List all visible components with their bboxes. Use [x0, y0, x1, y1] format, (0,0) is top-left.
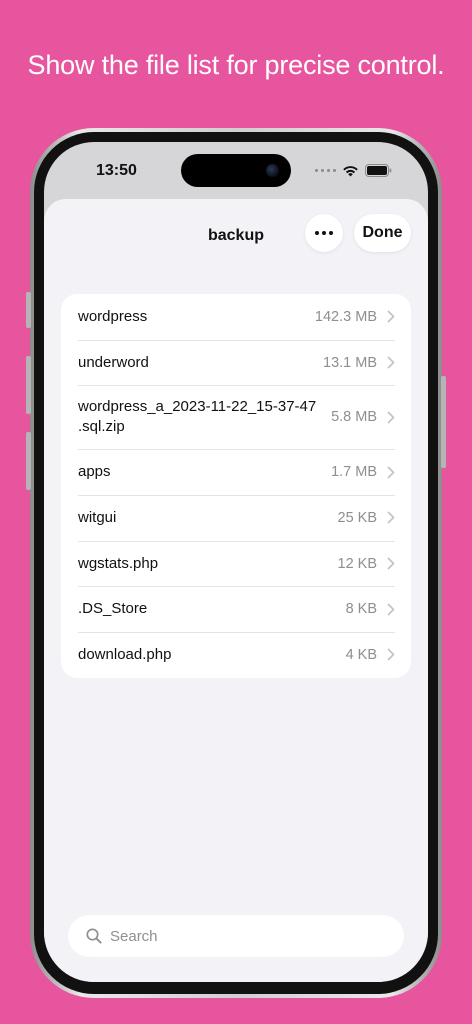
list-item[interactable]: wordpress_a_2023-11-22_15-37-47 .sql.zip… — [61, 385, 411, 449]
volume-up-button — [26, 356, 31, 414]
list-item[interactable]: wgstats.php 12 KB — [61, 540, 411, 587]
status-bar: 13:50 — [44, 142, 428, 200]
chevron-right-icon — [387, 649, 395, 661]
ellipsis-icon — [315, 231, 333, 235]
done-button[interactable]: Done — [354, 214, 411, 252]
signal-dots-icon — [315, 169, 336, 172]
battery-icon — [365, 164, 392, 177]
file-list: wordpress 142.3 MB underword 13.1 MB wor… — [61, 294, 411, 678]
chevron-right-icon — [387, 557, 395, 570]
file-size: 8 KB — [345, 601, 377, 618]
file-name: wordpress_a_2023-11-22_15-37-47 .sql.zip — [78, 398, 317, 436]
list-item[interactable]: download.php 4 KB — [61, 632, 411, 678]
chevron-right-icon — [387, 466, 395, 479]
file-size: 12 KB — [337, 555, 378, 572]
list-item[interactable]: .DS_Store 8 KB — [61, 586, 411, 632]
wifi-icon — [343, 165, 358, 176]
list-item[interactable]: apps 1.7 MB — [61, 449, 411, 495]
headline: Show the file list for precise control. — [27, 50, 445, 80]
file-name: apps — [78, 463, 111, 481]
file-name: .DS_Store — [78, 600, 148, 618]
chevron-right-icon — [387, 310, 395, 323]
file-name: download.php — [78, 645, 172, 663]
search-icon — [86, 928, 102, 944]
file-name: witgui — [78, 508, 117, 526]
chevron-right-icon — [387, 603, 395, 616]
status-time: 13:50 — [96, 162, 137, 179]
file-size: 4 KB — [345, 646, 377, 663]
file-name: underword — [78, 353, 149, 371]
file-size: 25 KB — [337, 509, 378, 526]
chevron-right-icon — [387, 356, 395, 369]
list-item[interactable]: witgui 25 KB — [61, 495, 411, 541]
more-button[interactable] — [305, 214, 343, 252]
phone-screen: 13:50 backup Done wordpress 142.3 MB und… — [44, 142, 428, 982]
chevron-right-icon — [387, 512, 395, 524]
file-size: 142.3 MB — [314, 308, 377, 325]
power-button — [441, 376, 446, 468]
file-sheet: backup Done wordpress 142.3 MB underword… — [44, 199, 428, 982]
search-field[interactable]: Search — [68, 915, 404, 957]
file-size: 5.8 MB — [331, 409, 377, 426]
file-size: 1.7 MB — [331, 464, 377, 481]
status-icons — [315, 164, 392, 177]
file-name: wgstats.php — [78, 554, 159, 572]
chevron-right-icon — [387, 411, 395, 424]
volume-down-button — [26, 432, 31, 490]
action-button — [26, 292, 31, 328]
file-name: wordpress — [78, 307, 148, 325]
list-item[interactable]: wordpress 142.3 MB — [61, 294, 411, 340]
search-placeholder: Search — [110, 927, 158, 945]
camera-icon — [266, 164, 279, 177]
dynamic-island — [181, 154, 291, 187]
list-item[interactable]: underword 13.1 MB — [61, 339, 411, 386]
file-size: 13.1 MB — [323, 354, 377, 371]
